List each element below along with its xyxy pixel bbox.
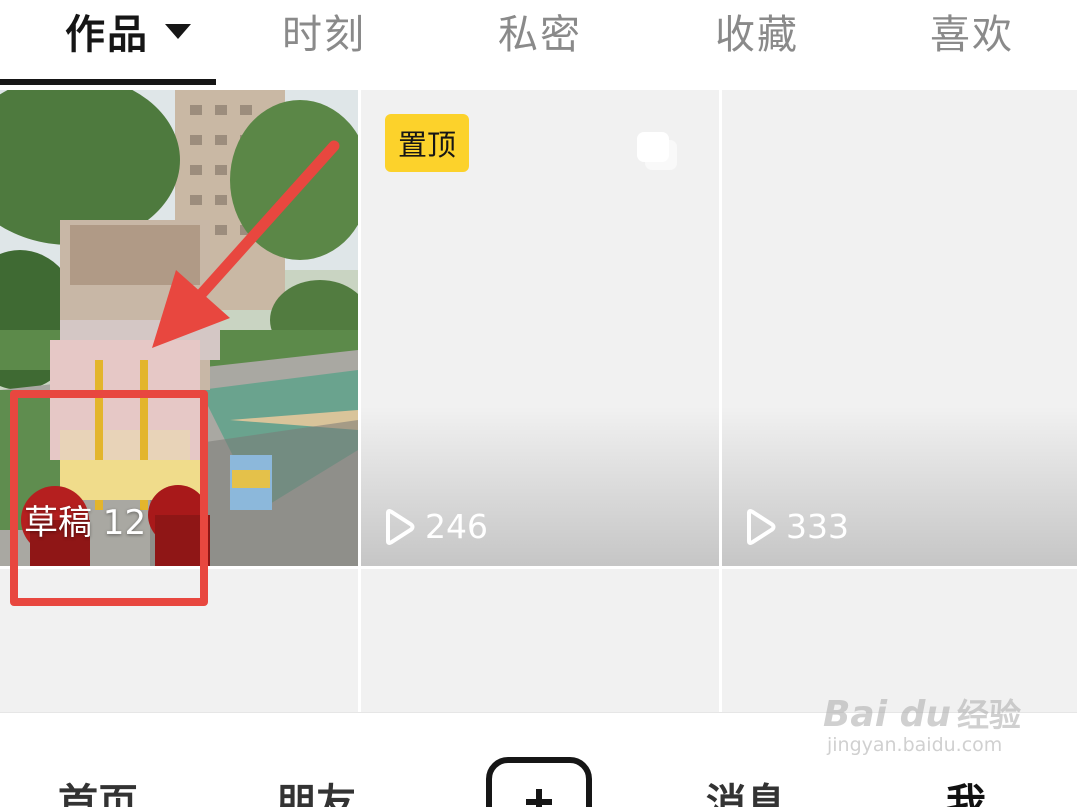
nav-messages[interactable]: 消息 [706,771,786,807]
profile-works-screen: 作品 时刻 私密 收藏 喜欢 草稿 12 置顶 246 333 首页 朋友 消息… [0,0,1077,807]
video-thumbnail[interactable] [361,569,719,712]
multi-image-icon [637,132,677,170]
tab-likes-label: 喜欢 [930,12,1014,58]
tab-favorites[interactable]: 收藏 [689,0,825,62]
play-icon [386,508,415,545]
video-thumbnail[interactable]: 333 [722,90,1077,566]
nav-me[interactable]: 我 [946,771,986,807]
play-count-value: 333 [786,507,849,546]
profile-tab-bar: 作品 时刻 私密 收藏 喜欢 [0,0,1077,90]
tab-works-label: 作品 [65,12,149,58]
tab-moments-label: 时刻 [282,12,366,58]
caret-down-icon[interactable] [165,23,191,39]
watermark-url: jingyan.baidu.com [826,734,1003,756]
watermark-logo: Bai du [822,694,951,735]
tab-moments[interactable]: 时刻 [256,0,392,62]
watermark-name: 经验 [956,696,1021,734]
highlight-box-annotation [10,390,208,606]
play-count: 333 [744,507,849,546]
tab-private[interactable]: 私密 [472,0,608,62]
play-count: 246 [383,507,488,546]
pinned-badge: 置顶 [385,114,470,172]
tab-private-label: 私密 [498,12,582,58]
tab-likes[interactable]: 喜欢 [904,0,1040,62]
create-button[interactable] [486,757,592,807]
video-thumbnail-pinned[interactable]: 置顶 246 [361,90,719,566]
nav-friends[interactable]: 朋友 [276,771,356,807]
plus-icon-vertical [536,789,542,807]
active-tab-indicator [0,79,216,85]
tab-works[interactable]: 作品 [40,0,216,62]
play-icon [747,508,776,545]
tab-favorites-label: 收藏 [715,12,799,58]
baidu-jingyan-watermark: Bai du 经验 jingyan.baidu.com [823,690,1021,756]
nav-home[interactable]: 首页 [58,771,138,807]
play-count-value: 246 [425,507,488,546]
